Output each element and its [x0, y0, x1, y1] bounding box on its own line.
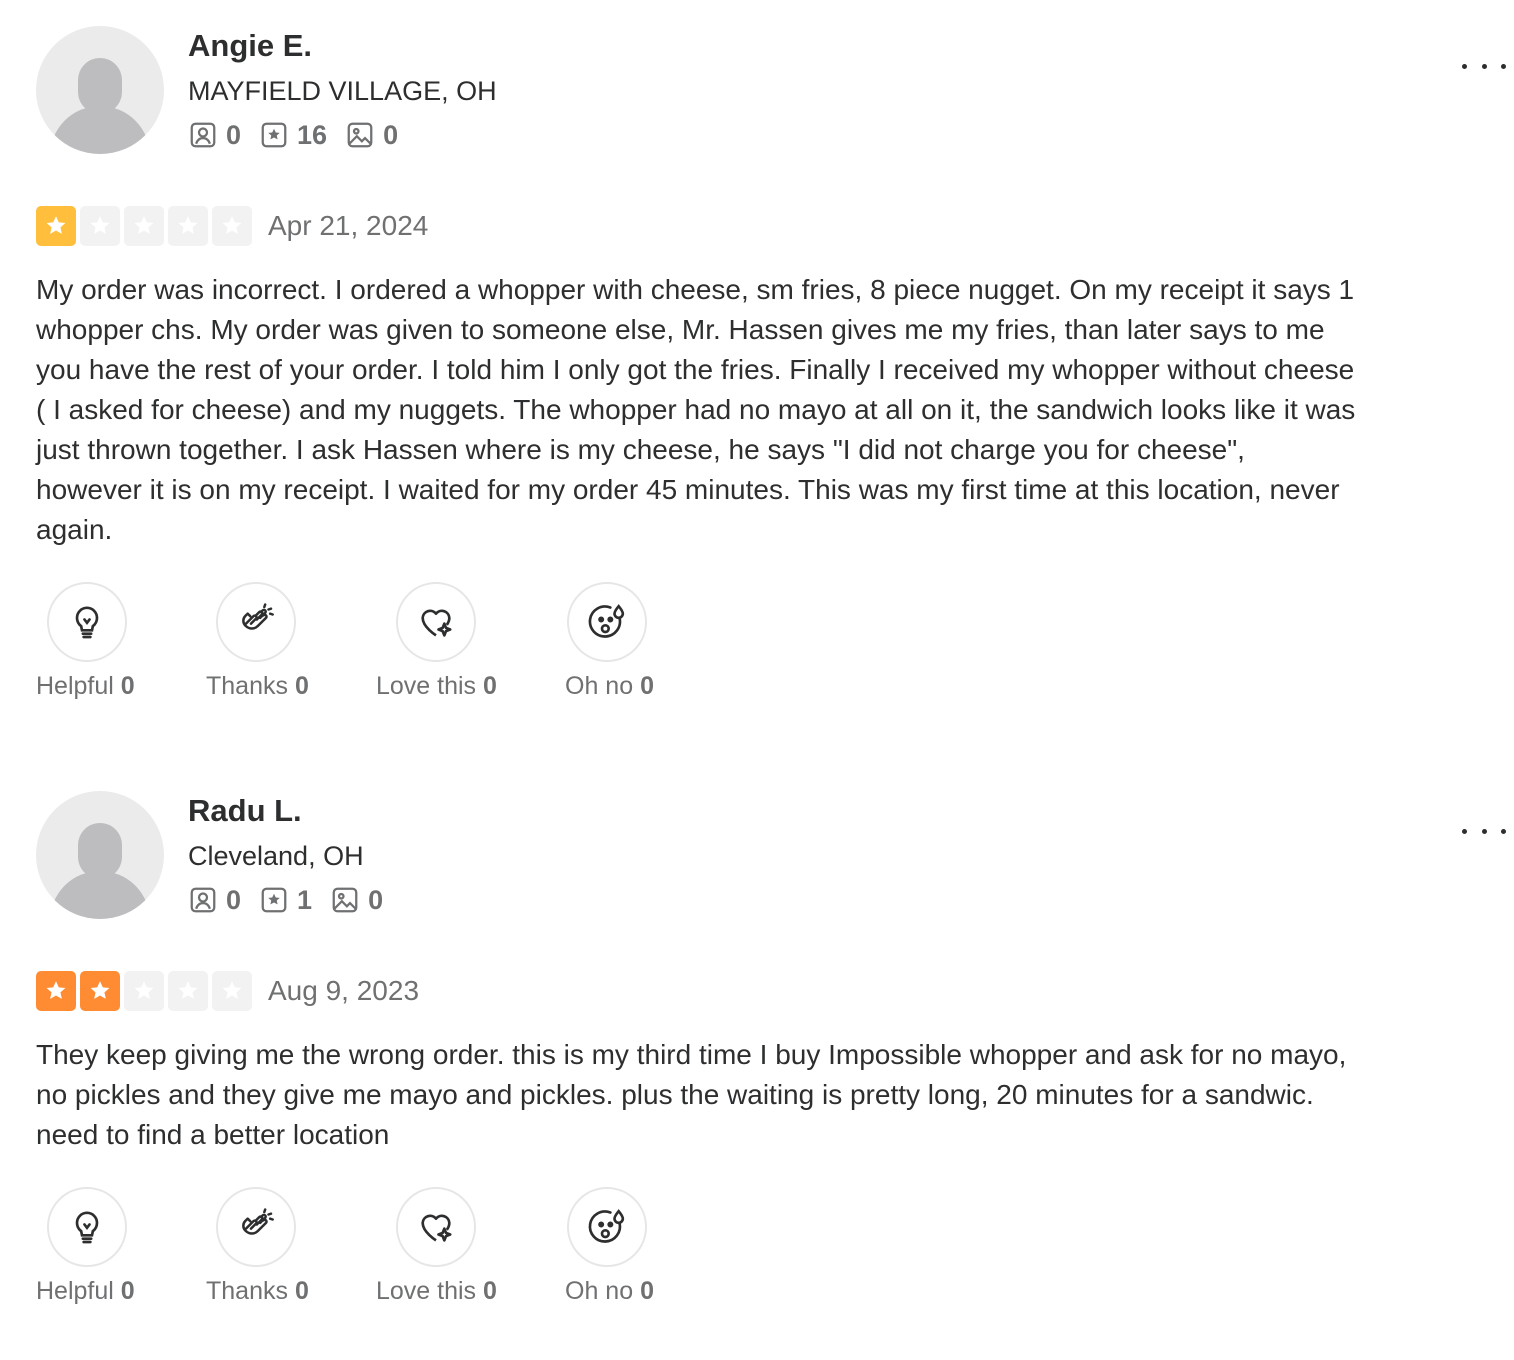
- helpful-count: 0: [120, 1277, 135, 1305]
- thanks-reaction: Thanks 0: [206, 582, 376, 712]
- reactions: Helpful 0 Thanks 0 Love this 0 Oh no 0: [36, 1187, 715, 1317]
- clapping-hands-icon: [242, 1208, 274, 1235]
- star-icon: [168, 971, 208, 1011]
- star-rating: [36, 206, 256, 246]
- user-info: Angie E. MAYFIELD VILLAGE, OH 0 16 0: [188, 26, 497, 152]
- star-icon: [168, 206, 208, 246]
- lightbulb-icon: [75, 606, 99, 639]
- heart-sparkle-icon: [421, 1214, 452, 1242]
- star-icon: [212, 206, 252, 246]
- user-name[interactable]: Angie E.: [188, 26, 497, 66]
- star-icon: [124, 206, 164, 246]
- love-label: Love this: [376, 1277, 477, 1305]
- user-stats: 0 1 0: [188, 883, 401, 917]
- photos-count: 0: [383, 119, 399, 150]
- thanks-reaction: Thanks 0: [206, 1187, 376, 1317]
- love-button[interactable]: [396, 1187, 476, 1267]
- helpful-reaction: Helpful 0: [36, 1187, 206, 1317]
- user-info: Radu L. Cleveland, OH 0 1 0: [188, 791, 401, 917]
- love-reaction: Love this 0: [376, 1187, 565, 1317]
- thanks-label: Thanks: [206, 1277, 288, 1305]
- friends-count: 0: [226, 884, 242, 915]
- heart-sparkle-icon: [421, 609, 452, 637]
- helpful-reaction: Helpful 0: [36, 582, 206, 712]
- helpful-label: Helpful: [36, 672, 114, 700]
- love-label: Love this: [376, 672, 477, 700]
- star-icon: [36, 971, 76, 1011]
- thanks-button[interactable]: [216, 1187, 296, 1267]
- thanks-label: Thanks: [206, 672, 288, 700]
- star-rating: [36, 971, 256, 1011]
- avatar[interactable]: [36, 791, 164, 919]
- friends-stat: 0: [188, 120, 241, 151]
- reactions: Helpful 0 Thanks 0 Love this 0 Oh no 0: [36, 582, 715, 712]
- ohno-button[interactable]: [567, 1187, 647, 1267]
- user-name[interactable]: Radu L.: [188, 791, 401, 831]
- avatar[interactable]: [36, 26, 164, 154]
- ohno-button[interactable]: [567, 582, 647, 662]
- review-text: They keep giving me the wrong order. thi…: [36, 1039, 1347, 1150]
- thanks-button[interactable]: [216, 582, 296, 662]
- user-location: Cleveland, OH: [188, 841, 364, 871]
- ohno-label: Oh no: [565, 1277, 634, 1305]
- user-stats: 0 16 0: [188, 118, 497, 152]
- helpful-button[interactable]: [47, 1187, 127, 1267]
- rating-row: Aug 9, 2023: [36, 971, 419, 1011]
- thanks-count: 0: [294, 1277, 309, 1305]
- friends-icon: [190, 122, 216, 148]
- reviews-star-icon: [261, 122, 287, 148]
- helpful-count: 0: [120, 672, 135, 700]
- ohno-count: 0: [640, 672, 654, 700]
- sweat-face-icon: [588, 1209, 625, 1243]
- helpful-button[interactable]: [47, 582, 127, 662]
- review-date: Apr 21, 2024: [268, 210, 429, 241]
- star-icon: [80, 971, 120, 1011]
- love-count: 0: [483, 672, 497, 700]
- photos-icon: [347, 122, 373, 148]
- reviews-stat: 1: [259, 885, 312, 916]
- clapping-hands-icon: [242, 603, 274, 630]
- ohno-reaction: Oh no 0: [565, 582, 715, 712]
- review-text: My order was incorrect. I ordered a whop…: [36, 274, 1356, 545]
- star-icon: [80, 206, 120, 246]
- photos-count: 0: [368, 884, 384, 915]
- reviews-count: 16: [297, 119, 328, 150]
- love-button[interactable]: [396, 582, 476, 662]
- reviews-count: 1: [297, 884, 313, 915]
- ohno-label: Oh no: [565, 672, 634, 700]
- ohno-count: 0: [640, 1277, 654, 1305]
- review-date: Aug 9, 2023: [268, 975, 420, 1006]
- star-icon: [36, 206, 76, 246]
- reviews-star-icon: [261, 887, 287, 913]
- star-icon: [124, 971, 164, 1011]
- friends-count: 0: [226, 119, 242, 150]
- photos-stat: 0: [330, 885, 383, 916]
- ohno-reaction: Oh no 0: [565, 1187, 715, 1317]
- user-location: MAYFIELD VILLAGE, OH: [188, 76, 497, 106]
- friends-stat: 0: [188, 885, 241, 916]
- thanks-count: 0: [294, 672, 309, 700]
- more-options-icon[interactable]: [1462, 56, 1506, 76]
- love-reaction: Love this 0: [376, 582, 565, 712]
- photos-stat: 0: [345, 120, 398, 151]
- lightbulb-icon: [75, 1211, 99, 1244]
- star-icon: [212, 971, 252, 1011]
- reviews-stat: 16: [259, 120, 327, 151]
- sweat-face-icon: [588, 604, 625, 638]
- friends-icon: [190, 887, 216, 913]
- love-count: 0: [483, 1277, 497, 1305]
- more-options-icon[interactable]: [1462, 821, 1506, 841]
- rating-row: Apr 21, 2024: [36, 206, 428, 246]
- photos-icon: [332, 887, 358, 913]
- helpful-label: Helpful: [36, 1277, 114, 1305]
